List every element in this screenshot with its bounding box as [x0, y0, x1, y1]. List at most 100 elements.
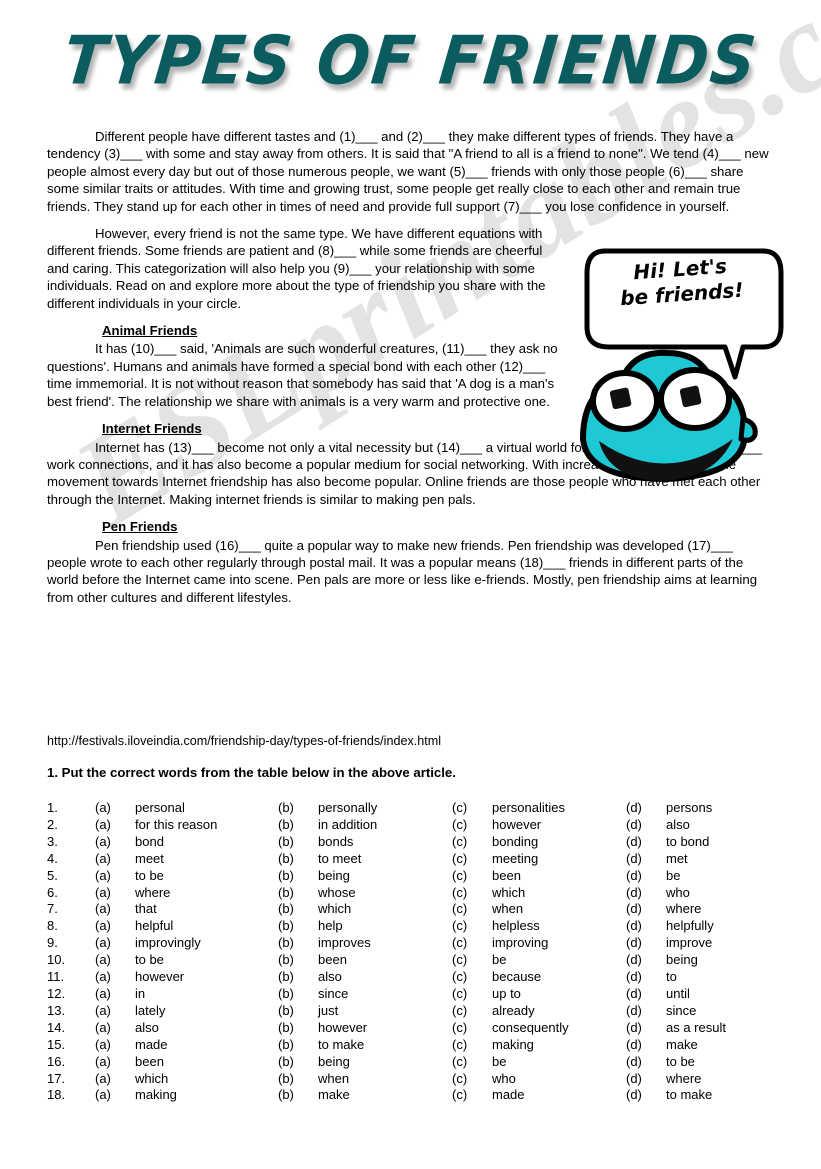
option-choice-a[interactable]: for this reason: [135, 817, 278, 834]
option-choice-c[interactable]: improving: [492, 935, 626, 952]
option-choice-a[interactable]: making: [135, 1087, 278, 1104]
option-choice-d[interactable]: being: [666, 952, 777, 969]
option-choice-a[interactable]: however: [135, 969, 278, 986]
options-row: 8. (a) helpful (b) help (c) helpless (d) helpful…: [47, 918, 777, 935]
options-row: 14. (a) also (b) however (c) consequently (d) as…: [47, 1020, 777, 1037]
option-choice-a[interactable]: in: [135, 986, 278, 1003]
option-choice-d[interactable]: helpfully: [666, 918, 777, 935]
option-label-a: (a): [95, 969, 111, 985]
option-choice-c[interactable]: already: [492, 1003, 626, 1020]
option-choice-a[interactable]: meet: [135, 851, 278, 868]
option-choice-c[interactable]: personalities: [492, 800, 626, 817]
options-row: 6. (a) where (b) whose (c) which (d) who: [47, 885, 777, 902]
option-label-c: (c): [452, 816, 468, 832]
option-row-number: 7.: [47, 901, 58, 917]
option-row-number: 12.: [47, 985, 66, 1001]
option-choice-d[interactable]: to make: [666, 1087, 777, 1104]
section-pen-friends: Pen Friends Pen friendship used (16)___ …: [47, 518, 773, 606]
option-choice-b[interactable]: also: [318, 969, 452, 986]
option-label-d: (d): [626, 816, 642, 832]
option-choice-b[interactable]: improves: [318, 935, 452, 952]
option-choice-d[interactable]: to be: [666, 1054, 777, 1071]
option-choice-c[interactable]: because: [492, 969, 626, 986]
option-label-b: (b): [278, 901, 294, 917]
option-choice-b[interactable]: bonds: [318, 834, 452, 851]
option-choice-d[interactable]: as a result: [666, 1020, 777, 1037]
options-row: 9. (a) improvingly (b) improves (c) improving(…: [47, 935, 777, 952]
option-choice-b[interactable]: being: [318, 868, 452, 885]
option-choice-b[interactable]: personally: [318, 800, 452, 817]
option-choice-b[interactable]: been: [318, 952, 452, 969]
option-choice-a[interactable]: also: [135, 1020, 278, 1037]
option-row-number: 10.: [47, 952, 66, 968]
option-choice-a[interactable]: to be: [135, 952, 278, 969]
option-choice-a[interactable]: made: [135, 1037, 278, 1054]
option-choice-b[interactable]: when: [318, 1071, 452, 1088]
option-choice-d[interactable]: be: [666, 868, 777, 885]
option-choice-b[interactable]: since: [318, 986, 452, 1003]
option-label-d: (d): [626, 850, 642, 866]
option-label-b: (b): [278, 918, 294, 934]
option-choice-b[interactable]: make: [318, 1087, 452, 1104]
option-choice-c[interactable]: when: [492, 901, 626, 918]
option-choice-d[interactable]: improve: [666, 935, 777, 952]
option-choice-b[interactable]: which: [318, 901, 452, 918]
option-choice-a[interactable]: which: [135, 1071, 278, 1088]
option-label-b: (b): [278, 833, 294, 849]
option-choice-c[interactable]: however: [492, 817, 626, 834]
option-choice-d[interactable]: who: [666, 885, 777, 902]
option-choice-c[interactable]: up to: [492, 986, 626, 1003]
option-choice-d[interactable]: to bond: [666, 834, 777, 851]
option-label-d: (d): [626, 918, 642, 934]
option-choice-a[interactable]: lately: [135, 1003, 278, 1020]
option-choice-a[interactable]: personal: [135, 800, 278, 817]
option-label-d: (d): [626, 833, 642, 849]
option-choice-d[interactable]: met: [666, 851, 777, 868]
option-choice-a[interactable]: that: [135, 901, 278, 918]
options-row: 10. (a) to be (b) been (c) be (d) being: [47, 952, 777, 969]
option-choice-b[interactable]: whose: [318, 885, 452, 902]
option-label-a: (a): [95, 816, 111, 832]
option-choice-b[interactable]: however: [318, 1020, 452, 1037]
option-label-b: (b): [278, 952, 294, 968]
option-choice-d[interactable]: since: [666, 1003, 777, 1020]
option-choice-a[interactable]: helpful: [135, 918, 278, 935]
option-choice-b[interactable]: just: [318, 1003, 452, 1020]
option-choice-c[interactable]: making: [492, 1037, 626, 1054]
option-choice-c[interactable]: be: [492, 1054, 626, 1071]
option-choice-a[interactable]: to be: [135, 868, 278, 885]
option-choice-c[interactable]: be: [492, 952, 626, 969]
option-choice-d[interactable]: to: [666, 969, 777, 986]
option-choice-b[interactable]: to make: [318, 1037, 452, 1054]
option-choice-a[interactable]: where: [135, 885, 278, 902]
option-label-d: (d): [626, 985, 642, 1001]
option-label-c: (c): [452, 1019, 468, 1035]
option-choice-c[interactable]: consequently: [492, 1020, 626, 1037]
option-choice-c[interactable]: bonding: [492, 834, 626, 851]
option-choice-c[interactable]: meeting: [492, 851, 626, 868]
option-choice-b[interactable]: to meet: [318, 851, 452, 868]
option-choice-b[interactable]: help: [318, 918, 452, 935]
option-choice-a[interactable]: bond: [135, 834, 278, 851]
option-choice-d[interactable]: where: [666, 901, 777, 918]
option-choice-b[interactable]: in addition: [318, 817, 452, 834]
option-choice-d[interactable]: make: [666, 1037, 777, 1054]
option-choice-c[interactable]: made: [492, 1087, 626, 1104]
option-choice-a[interactable]: improvingly: [135, 935, 278, 952]
option-choice-c[interactable]: been: [492, 868, 626, 885]
option-choice-c[interactable]: helpless: [492, 918, 626, 935]
option-choice-d[interactable]: where: [666, 1071, 777, 1088]
source-url[interactable]: http://festivals.iloveindia.com/friendsh…: [47, 733, 441, 749]
option-choice-b[interactable]: being: [318, 1054, 452, 1071]
option-choice-d[interactable]: until: [666, 986, 777, 1003]
option-choice-c[interactable]: who: [492, 1071, 626, 1088]
option-choice-a[interactable]: been: [135, 1054, 278, 1071]
option-choice-d[interactable]: also: [666, 817, 777, 834]
options-table-body: 1. (a) personal (b) personally (c) personaliti…: [47, 800, 777, 1104]
option-choice-c[interactable]: which: [492, 885, 626, 902]
option-label-c: (c): [452, 884, 468, 900]
options-row: 18. (a) making (b) make (c) made (d) to make: [47, 1087, 777, 1104]
options-table: 1. (a) personal (b) personally (c) personaliti…: [47, 800, 777, 1104]
option-choice-d[interactable]: persons: [666, 800, 777, 817]
options-row: 17. (a) which (b) when (c) who (d) where: [47, 1071, 777, 1088]
